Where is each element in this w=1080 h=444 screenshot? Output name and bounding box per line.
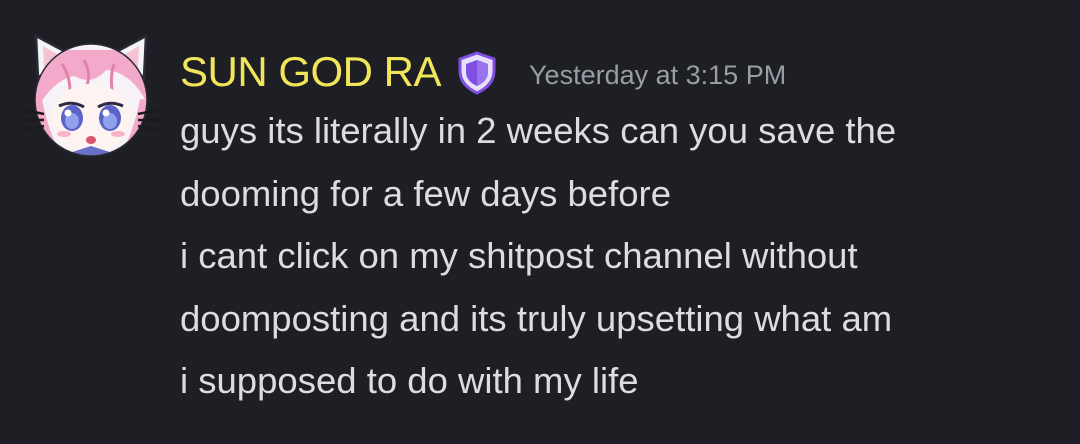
message-line: dooming for a few days before (180, 172, 672, 214)
username[interactable]: SUN GOD RA (180, 44, 442, 100)
message-line: guys its literally in 2 weeks can you sa… (180, 110, 897, 151)
message-line: doomposting and its truly upsetting what… (180, 297, 893, 339)
shield-badge-icon[interactable] (457, 51, 497, 95)
chat-message: SUN GOD RA Yesterday at 3:15 PM guys its… (0, 0, 1080, 444)
avatar-image (22, 33, 160, 157)
message-line: i cant click on my shitpost channel with… (180, 235, 858, 276)
message-header: SUN GOD RA Yesterday at 3:15 PM (180, 44, 786, 100)
message-content: guys its literally in 2 weeks can you sa… (180, 100, 1060, 413)
message-timestamp: Yesterday at 3:15 PM (529, 60, 787, 90)
user-avatar[interactable] (22, 30, 160, 158)
message-line: i supposed to do with my life (180, 360, 639, 401)
